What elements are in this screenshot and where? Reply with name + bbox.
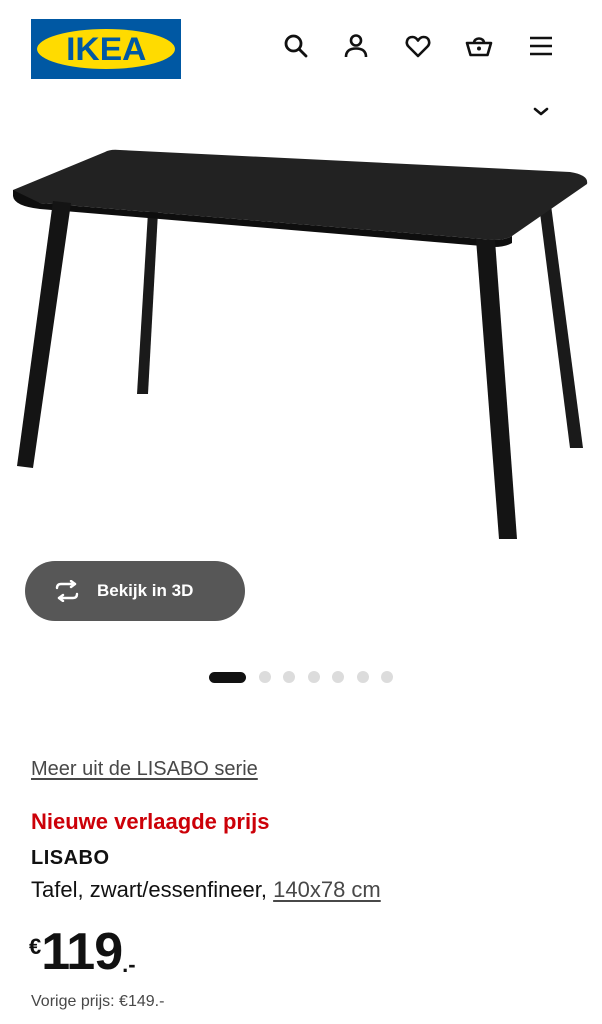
carousel-dot[interactable] xyxy=(258,671,271,683)
carousel-dot[interactable] xyxy=(381,671,393,683)
carousel-dot[interactable] xyxy=(332,671,344,683)
carousel-dot[interactable] xyxy=(283,671,295,683)
carousel-dot[interactable] xyxy=(356,671,369,683)
menu-icon[interactable] xyxy=(526,31,556,61)
price-currency: € xyxy=(29,934,42,959)
price: € 119 .- xyxy=(29,926,136,986)
carousel-dots xyxy=(209,670,406,684)
logo-ellipse: IKEA xyxy=(37,29,175,69)
price-integer: 119 xyxy=(41,923,123,981)
user-icon[interactable] xyxy=(341,31,371,61)
carousel-dot-active[interactable] xyxy=(209,671,246,683)
price-decimal: .- xyxy=(122,952,136,977)
product-description-text: Tafel, zwart/essenfineer, xyxy=(31,877,274,902)
promo-label: Nieuwe verlaagde prijs xyxy=(31,809,270,834)
basket-icon[interactable] xyxy=(464,31,494,61)
heart-icon[interactable] xyxy=(403,31,433,61)
product-description: Tafel, zwart/essenfineer, 140x78 cm xyxy=(31,877,381,903)
view-3d-label: Bekijk in 3D xyxy=(97,581,194,600)
product-name: LISABO xyxy=(31,847,110,869)
logo-text: IKEA xyxy=(65,31,147,67)
header: IKEA xyxy=(0,0,602,100)
previous-price: Vorige prijs: €149.- xyxy=(31,993,165,1010)
view-3d-button[interactable]: Bekijk in 3D xyxy=(25,561,245,621)
ikea-logo[interactable]: IKEA xyxy=(31,19,181,79)
chevron-down-icon[interactable] xyxy=(532,104,550,118)
rotate-3d-icon xyxy=(55,580,79,602)
search-icon[interactable] xyxy=(281,31,311,61)
size-link[interactable]: 140x78 cm xyxy=(273,877,381,902)
product-image[interactable] xyxy=(0,130,602,550)
carousel-dot[interactable] xyxy=(307,671,320,683)
series-link[interactable]: Meer uit de LISABO serie xyxy=(31,758,258,781)
